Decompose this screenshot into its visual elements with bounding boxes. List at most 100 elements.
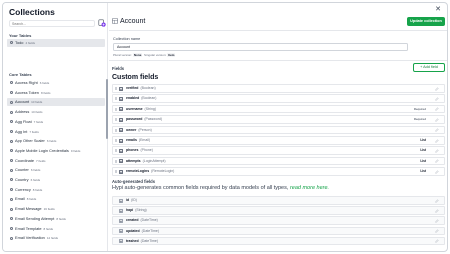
copy-icon[interactable] <box>435 239 439 243</box>
table-icon <box>112 18 118 24</box>
update-collection-button[interactable]: Update collection <box>407 17 445 26</box>
field-type: (LoginAttempt) <box>142 158 166 163</box>
field-name: emails (Email) <box>126 138 150 142</box>
edit-field-icon[interactable] <box>435 97 439 101</box>
field-name: created (DateTime) <box>126 218 158 223</box>
field-type-icon: ◆ <box>119 96 123 101</box>
field-count: 8 fields <box>43 226 54 231</box>
drag-handle-icon[interactable] <box>115 97 117 101</box>
edit-field-icon[interactable] <box>435 107 439 111</box>
sidebar-item[interactable]: Country 6 fields <box>7 176 105 184</box>
edit-field-icon[interactable] <box>435 128 439 132</box>
field-name: phones (Phone) <box>126 148 153 153</box>
sidebar-item[interactable]: Email Template 8 fields <box>7 225 105 233</box>
sidebar-item-label: Counter <box>15 167 29 173</box>
edit-field-icon[interactable] <box>435 118 439 122</box>
sidebar-item[interactable]: Access Right 6 fields <box>7 79 105 87</box>
add-field-button[interactable]: + Add field <box>413 63 445 72</box>
field-type: (DateTime) <box>141 228 159 233</box>
table-icon <box>10 139 13 143</box>
field-type-icon: ◆ <box>119 208 123 213</box>
drag-handle-icon[interactable] <box>115 159 117 163</box>
field-type-icon: ◆ <box>119 169 123 174</box>
sidebar-item-label: Agg Int <box>15 128 28 134</box>
table-icon <box>10 91 13 95</box>
sidebar-item[interactable]: Todo 4 fields <box>7 39 105 47</box>
search-input[interactable] <box>9 20 95 27</box>
table-icon <box>10 207 13 211</box>
add-collection-icon[interactable] <box>98 19 106 27</box>
sidebar-item[interactable]: Account 10 fields <box>7 98 105 106</box>
edit-field-icon[interactable] <box>435 149 439 153</box>
field-count: 8 fields <box>32 187 43 192</box>
drag-handle-icon[interactable] <box>115 170 117 174</box>
sidebar-item[interactable]: Email Sending Attempt 8 fields <box>7 215 105 223</box>
sidebar-item[interactable]: Email Verification 12 fields <box>7 234 105 242</box>
sidebar-item-label: Apple Mobile Login Credentials <box>15 147 69 153</box>
read-more-link[interactable]: read more here. <box>290 185 329 191</box>
field-badge: List <box>420 148 426 153</box>
field-row[interactable]: ◆ verified (Boolean) <box>112 84 445 93</box>
table-icon <box>10 129 13 133</box>
sidebar-item[interactable]: Currency 8 fields <box>7 186 105 194</box>
collection-name-input[interactable]: Account <box>113 43 408 51</box>
divider <box>109 30 447 31</box>
drag-handle-icon[interactable] <box>115 139 117 142</box>
field-badge: List <box>420 138 426 142</box>
field-type: (Boolean) <box>141 96 157 101</box>
field-row[interactable]: ◆ enabled (Boolean) <box>112 94 445 103</box>
drag-handle-icon[interactable] <box>115 87 117 90</box>
field-row[interactable]: ◆ phones (Phone) List <box>112 146 445 155</box>
sidebar-item[interactable]: Email 8 fields <box>7 195 105 203</box>
field-name: verified (Boolean) <box>126 86 156 90</box>
sidebar-item[interactable]: App Other Scaler 6 fields <box>7 137 105 145</box>
core-tables-label: Core Tables <box>9 72 32 77</box>
field-row[interactable]: ◆ remoteLogins (RemoteLogin) List <box>112 167 445 176</box>
collections-window: ✕ Collections Your Tables Todo4 fields C… <box>2 2 448 252</box>
sidebar-item[interactable]: Coordinate 7 fields <box>7 157 105 165</box>
drag-handle-icon[interactable] <box>115 128 117 132</box>
field-count: 8 fields <box>26 197 37 202</box>
field-row[interactable]: ◆ password (Password) Required <box>112 115 445 124</box>
sidebar-item[interactable]: Apple Mobile Login Credentials 9 fields <box>7 147 105 155</box>
table-icon <box>10 81 13 85</box>
edit-field-icon[interactable] <box>435 159 439 163</box>
copy-icon[interactable] <box>435 209 439 213</box>
field-type-icon: ◆ <box>119 138 123 143</box>
table-icon <box>10 149 13 153</box>
edit-field-icon[interactable] <box>435 86 439 91</box>
drag-handle-icon[interactable] <box>115 118 117 122</box>
field-name: updated (DateTime) <box>126 228 159 233</box>
sidebar-scrollbar[interactable] <box>106 79 108 139</box>
sidebar-item[interactable]: Agg Float 7 fields <box>7 118 105 126</box>
field-type: (ID) <box>131 198 137 202</box>
sidebar-item[interactable]: Email Message 16 fields <box>7 205 105 213</box>
field-row[interactable]: ◆ username (String) Required <box>112 104 445 114</box>
field-badge: Required <box>413 106 426 111</box>
field-name: password (Password) <box>126 117 163 122</box>
edit-field-icon[interactable] <box>435 138 439 143</box>
field-row[interactable]: ◆ attempts (LoginAttempt) List <box>112 156 445 166</box>
copy-icon[interactable] <box>435 198 439 203</box>
field-count: 9 fields <box>70 148 81 153</box>
sidebar-item[interactable]: Agg Int 7 fields <box>7 128 105 136</box>
field-count: 12 fields <box>46 236 59 241</box>
copy-icon[interactable] <box>435 229 439 233</box>
auto-field-row: ◆ updated (DateTime) <box>112 226 445 236</box>
sidebar: Collections Your Tables Todo4 fields Cor… <box>3 3 108 251</box>
edit-field-icon[interactable] <box>435 170 439 174</box>
field-row[interactable]: ◆ emails (Email) List <box>112 136 445 145</box>
field-row[interactable]: ◆ owner (Person) <box>112 125 445 135</box>
sidebar-item-label: Account <box>15 99 30 105</box>
sidebar-item[interactable]: Counter 6 fields <box>7 166 105 174</box>
sidebar-item[interactable]: Address 10 fields <box>7 108 105 116</box>
field-count: 7 fields <box>36 158 46 163</box>
field-type-icon: ◆ <box>119 148 123 153</box>
drag-handle-icon[interactable] <box>115 107 117 111</box>
drag-handle-icon[interactable] <box>115 149 117 153</box>
sidebar-item[interactable]: Access Token 8 fields <box>7 89 105 97</box>
field-type: (String) <box>135 208 147 213</box>
copy-icon[interactable] <box>435 219 439 223</box>
fields-label: Fields <box>112 66 125 71</box>
field-name: hapi (String) <box>126 208 147 213</box>
